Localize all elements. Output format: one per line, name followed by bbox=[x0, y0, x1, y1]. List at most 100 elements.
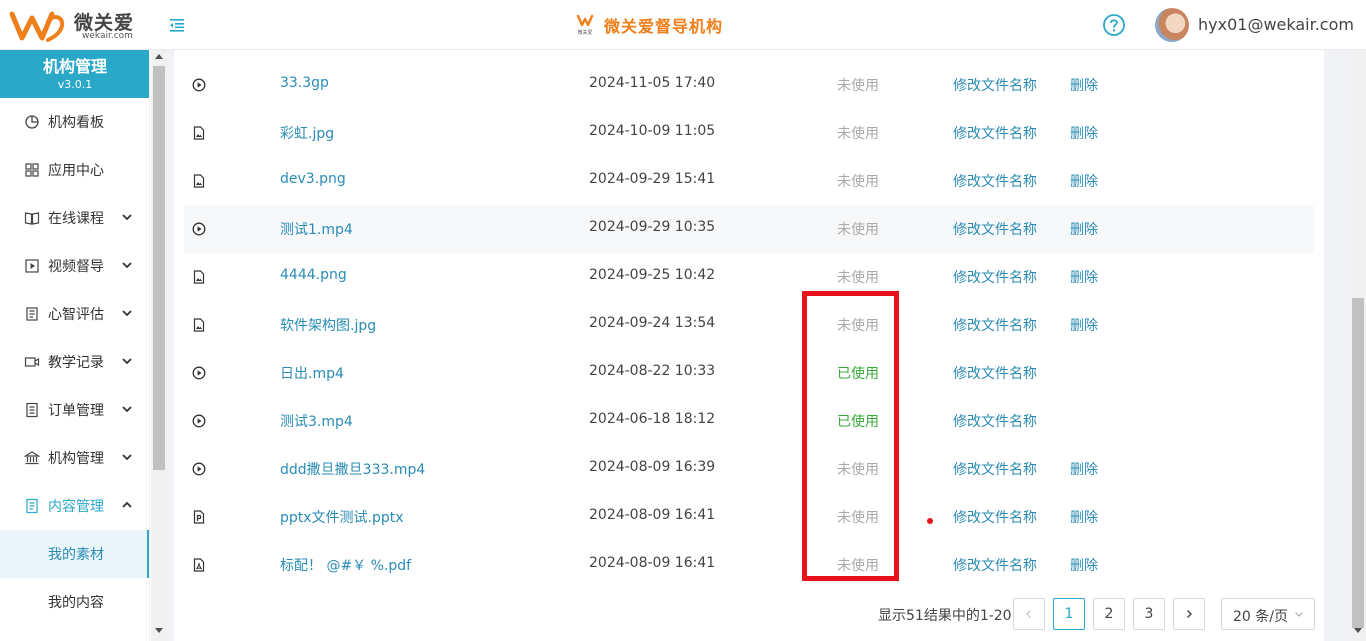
brand-logo-text: 微关爱 bbox=[577, 29, 592, 36]
rename-file-link[interactable]: 修改文件名称 bbox=[953, 459, 1037, 479]
sidebar-header: 机构管理 v3.0.1 bbox=[0, 50, 149, 98]
delete-link[interactable]: 删除 bbox=[1070, 123, 1098, 143]
sidebar-item-my-materials[interactable]: 我的素材 bbox=[0, 530, 149, 578]
chevron-down-icon bbox=[122, 214, 132, 221]
logo[interactable]: 微关爱 wekair.com bbox=[8, 6, 134, 44]
page-3-button[interactable]: 3 bbox=[1133, 598, 1165, 630]
page-1-button[interactable]: 1 bbox=[1053, 598, 1085, 630]
sidebar-item-video-supervision[interactable]: 视频督导 bbox=[0, 242, 149, 290]
file-name-link[interactable]: 彩虹.jpg bbox=[280, 123, 334, 143]
delete-link[interactable]: 删除 bbox=[1070, 315, 1098, 335]
prev-page-button[interactable] bbox=[1013, 598, 1045, 630]
version-label: v3.0.1 bbox=[57, 78, 93, 91]
sidebar-scrollbar[interactable] bbox=[151, 50, 167, 641]
sidebar-item-my-content[interactable]: 我的内容 bbox=[0, 578, 149, 626]
table-row: 测试1.mp4 2024-09-29 10:35 未使用 修改文件名称 删除 bbox=[184, 205, 1314, 253]
delete-link[interactable]: 删除 bbox=[1070, 171, 1098, 191]
table-row: 测试3.mp4 2024-06-18 18:12 已使用 修改文件名称 bbox=[184, 397, 1314, 445]
sidebar-scrollbar-thumb[interactable] bbox=[153, 66, 165, 470]
sidebar-item-online-course[interactable]: 在线课程 bbox=[0, 194, 149, 242]
help-icon[interactable] bbox=[1102, 13, 1126, 37]
file-name-link[interactable]: 33.3gp bbox=[280, 75, 329, 91]
sidebar-item-app-center[interactable]: 应用中心 bbox=[0, 146, 149, 194]
rename-file-link[interactable]: 修改文件名称 bbox=[953, 267, 1037, 287]
sidebar-item-orders[interactable]: 订单管理 bbox=[0, 386, 149, 434]
assessment-icon bbox=[26, 307, 38, 321]
table-row: ddd撒旦撒旦333.mp4 2024-08-09 16:39 未使用 修改文件名称删… bbox=[184, 445, 1314, 493]
rename-file-link[interactable]: 修改文件名称 bbox=[953, 123, 1037, 143]
sidebar-item-label: 机构管理 bbox=[48, 451, 104, 467]
file-name-link[interactable]: 日出.mp4 bbox=[280, 363, 344, 383]
page-2-button[interactable]: 2 bbox=[1093, 598, 1125, 630]
delete-link[interactable]: 删除 bbox=[1070, 75, 1098, 95]
rename-file-link[interactable]: 修改文件名称 bbox=[953, 363, 1037, 383]
table-row: 33.3gp 2024-11-05 17:40 未使用 修改文件名称 删除 bbox=[184, 61, 1314, 109]
rename-file-link[interactable]: 修改文件名称 bbox=[953, 555, 1037, 575]
dashboard-icon bbox=[25, 115, 39, 129]
chevron-down-icon bbox=[1295, 612, 1303, 617]
rename-file-link[interactable]: 修改文件名称 bbox=[953, 171, 1037, 191]
course-icon bbox=[24, 212, 40, 225]
file-name-link[interactable]: 标配！ @#￥ %.pdf bbox=[280, 555, 411, 575]
next-page-button[interactable] bbox=[1173, 598, 1205, 630]
table-row: 日出.mp4 2024-08-22 10:33 已使用 修改文件名称 bbox=[184, 349, 1314, 397]
page-size-select[interactable]: 20 条/页 bbox=[1221, 598, 1315, 630]
delete-link[interactable]: 删除 bbox=[1070, 555, 1098, 575]
upload-date: 2024-08-22 10:33 bbox=[589, 363, 716, 379]
upload-date: 2024-11-05 17:40 bbox=[589, 75, 716, 91]
rename-file-link[interactable]: 修改文件名称 bbox=[953, 75, 1037, 95]
delete-link[interactable]: 删除 bbox=[1070, 267, 1098, 287]
main-scrollbar-thumb[interactable] bbox=[1352, 298, 1364, 628]
sidebar-item-dashboard[interactable]: 机构看板 bbox=[0, 98, 149, 146]
table-row: dev3.png 2024-09-29 15:41 未使用 修改文件名称 删除 bbox=[184, 157, 1314, 205]
file-name-link[interactable]: 软件架构图.jpg bbox=[280, 315, 376, 335]
avatar[interactable] bbox=[1155, 8, 1189, 42]
scroll-down-arrow-icon[interactable] bbox=[1354, 628, 1362, 633]
top-bar: 微关爱 wekair.com 微关爱 微关爱督导机构 hyx01@wekair.… bbox=[0, 0, 1366, 50]
sidebar-item-assessment[interactable]: 心智评估 bbox=[0, 290, 149, 338]
file-name-link[interactable]: 4444.png bbox=[280, 267, 347, 283]
rename-file-link[interactable]: 修改文件名称 bbox=[953, 219, 1037, 239]
content-icon bbox=[26, 498, 38, 514]
menu-fold-icon[interactable] bbox=[168, 16, 186, 34]
file-name-link[interactable]: ddd撒旦撒旦333.mp4 bbox=[280, 459, 425, 479]
file-name-link[interactable]: 测试1.mp4 bbox=[280, 219, 353, 239]
delete-link[interactable]: 删除 bbox=[1070, 507, 1098, 527]
rename-file-link[interactable]: 修改文件名称 bbox=[953, 315, 1037, 335]
upload-date: 2024-08-09 16:41 bbox=[589, 555, 716, 571]
delete-link[interactable]: 删除 bbox=[1070, 219, 1098, 239]
upload-date: 2024-09-29 15:41 bbox=[589, 171, 716, 187]
user-email[interactable]: hyx01@wekair.com bbox=[1198, 15, 1354, 34]
video-file-icon bbox=[192, 414, 206, 428]
chevron-down-icon bbox=[122, 406, 132, 413]
brand-title: 微关爱督导机构 bbox=[604, 17, 724, 36]
usage-status: 未使用 bbox=[837, 222, 879, 238]
sidebar-item-teaching-records[interactable]: 教学记录 bbox=[0, 338, 149, 386]
usage-status: 未使用 bbox=[837, 174, 879, 190]
chevron-down-icon bbox=[122, 358, 132, 365]
usage-status: 未使用 bbox=[837, 126, 879, 142]
logo-mark-icon bbox=[9, 11, 65, 42]
main-scrollbar[interactable] bbox=[1350, 50, 1366, 641]
rename-file-link[interactable]: 修改文件名称 bbox=[953, 411, 1037, 431]
scroll-up-arrow-icon[interactable] bbox=[155, 54, 163, 59]
table-row: 4444.png 2024-09-25 10:42 未使用 修改文件名称 删除 bbox=[184, 253, 1314, 301]
sidebar-item-label: 心智评估 bbox=[48, 307, 104, 323]
video-file-icon bbox=[192, 366, 206, 380]
upload-date: 2024-08-09 16:39 bbox=[589, 459, 716, 475]
sidebar-item-label: 应用中心 bbox=[48, 163, 104, 179]
usage-status: 未使用 bbox=[837, 270, 879, 286]
file-name-link[interactable]: 测试3.mp4 bbox=[280, 411, 353, 431]
delete-link[interactable]: 删除 bbox=[1070, 459, 1098, 479]
image-file-icon bbox=[193, 318, 205, 332]
annotation-dot bbox=[927, 518, 933, 524]
file-name-link[interactable]: pptx文件测试.pptx bbox=[280, 507, 404, 527]
sidebar-item-institution[interactable]: 机构管理 bbox=[0, 434, 149, 482]
scroll-down-arrow-icon[interactable] bbox=[155, 628, 163, 633]
rename-file-link[interactable]: 修改文件名称 bbox=[953, 507, 1037, 527]
sidebar-item-label: 在线课程 bbox=[48, 211, 104, 227]
file-name-link[interactable]: dev3.png bbox=[280, 171, 346, 187]
sidebar-item-label: 视频督导 bbox=[48, 259, 104, 275]
brand: 微关爱 微关爱督导机构 bbox=[572, 13, 723, 37]
sidebar-item-content[interactable]: 内容管理 bbox=[0, 482, 149, 530]
